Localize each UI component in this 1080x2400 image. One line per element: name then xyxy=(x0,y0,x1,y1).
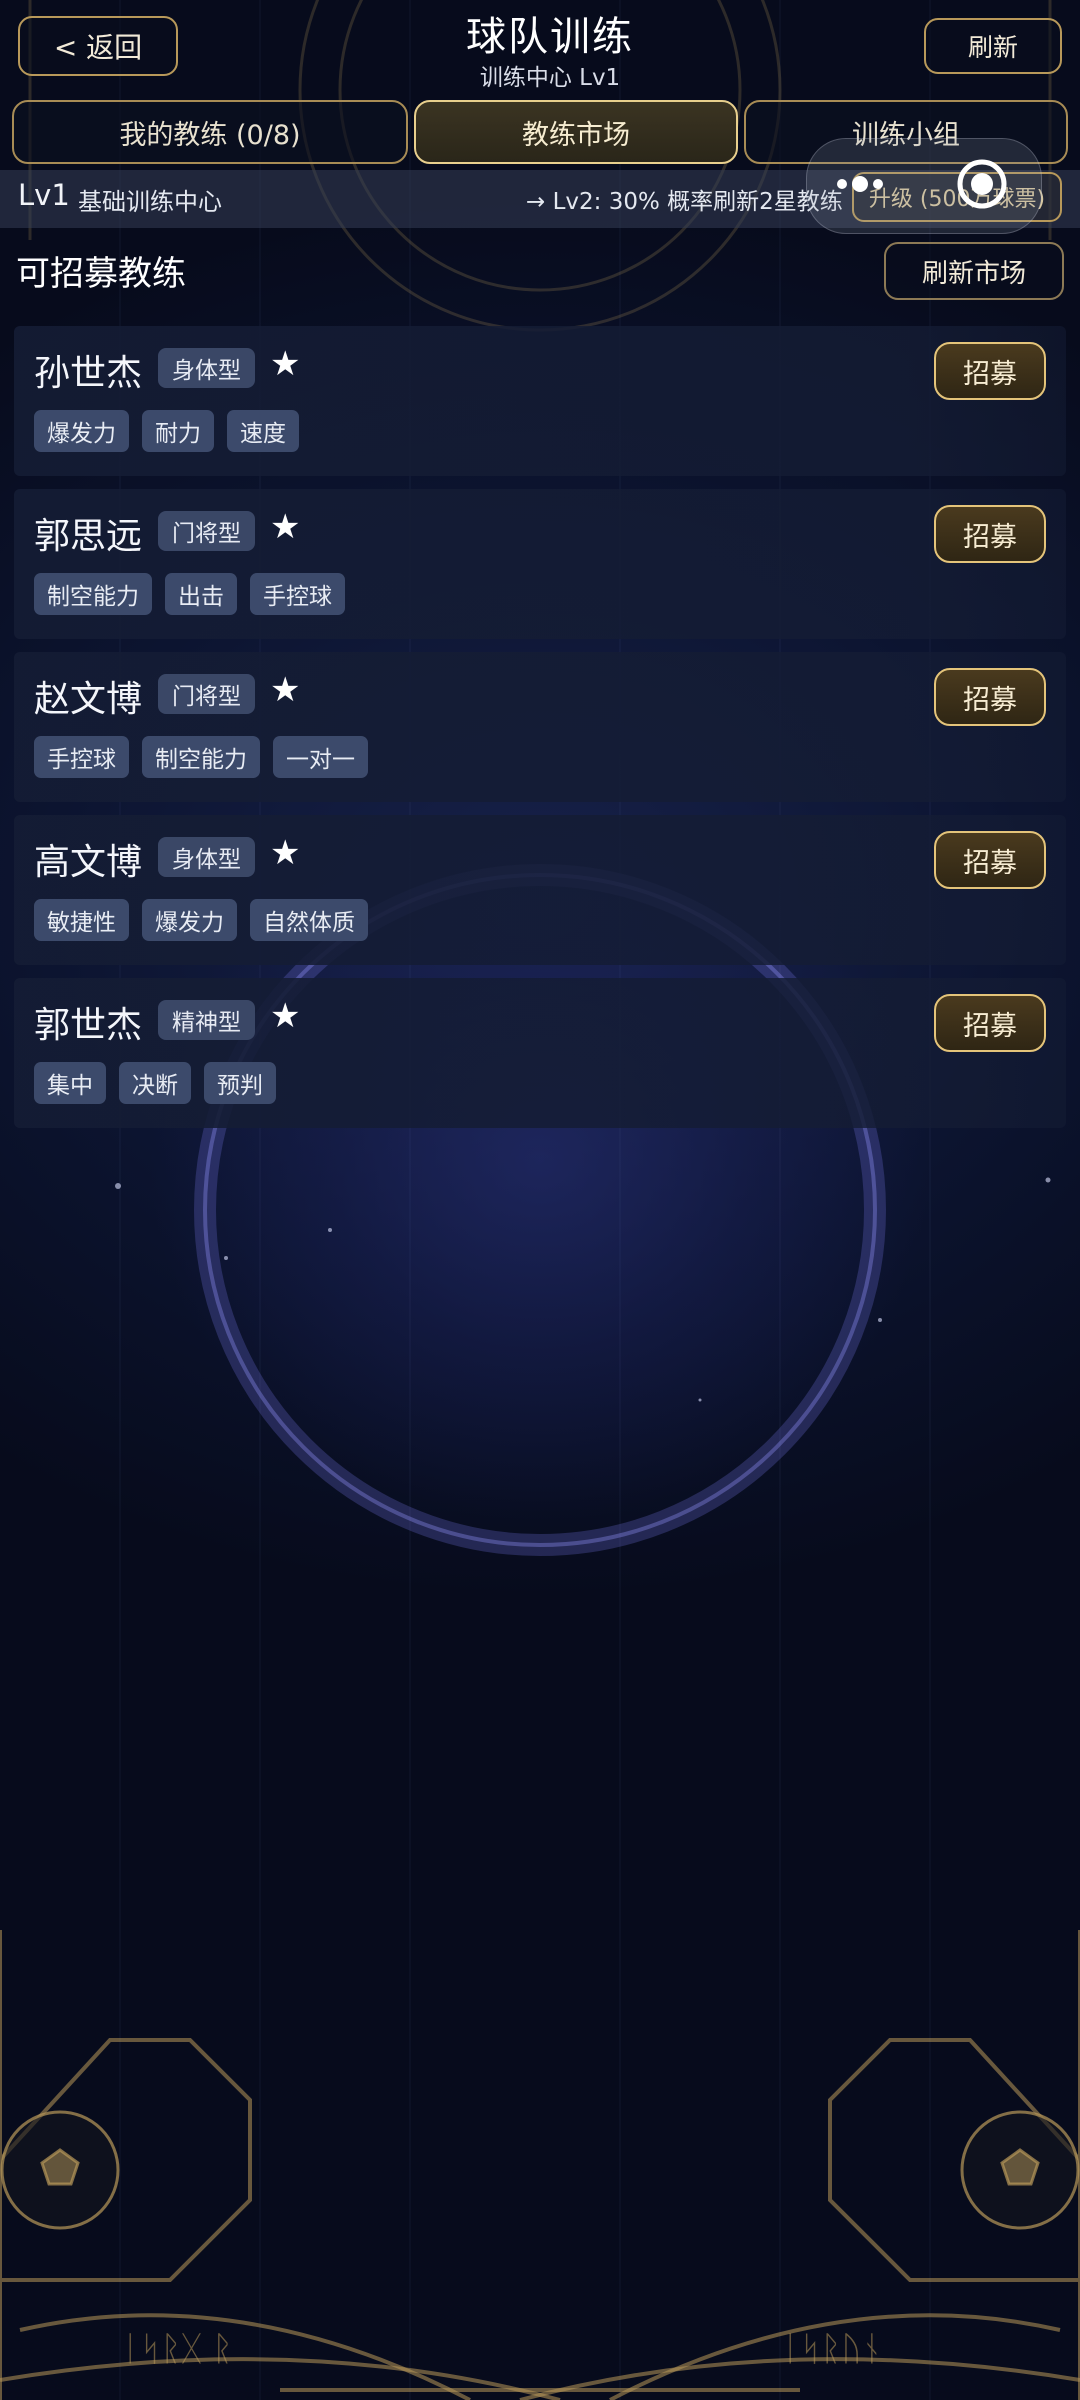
star-icon: ★ xyxy=(270,670,301,710)
coach-name: 赵文博 xyxy=(34,679,143,720)
skill-tag: 决断 xyxy=(119,1062,191,1104)
tab-my-coaches[interactable]: 我的教练 (0/8) xyxy=(12,100,408,164)
skill-tag: 出击 xyxy=(165,573,237,615)
skill-tag: 手控球 xyxy=(34,736,129,778)
coach-card: 赵文博 门将型 ★ 手控球 制空能力 一对一 招募 xyxy=(14,652,1066,802)
skill-tag: 制空能力 xyxy=(34,573,152,615)
skill-tag: 爆发力 xyxy=(142,899,237,941)
recruit-button[interactable]: 招募 xyxy=(934,668,1046,726)
coach-skill-tags: 制空能力 出击 手控球 xyxy=(34,573,345,615)
star-icon: ★ xyxy=(270,507,301,547)
svg-text:ᛁᛋᚱᚢᚾ: ᛁᛋᚱᚢᚾ xyxy=(780,2329,882,2369)
soccer-ball-icon xyxy=(0,2110,1080,2230)
star-icon: ★ xyxy=(270,833,301,873)
skill-tag: 耐力 xyxy=(142,410,214,452)
coach-type-badge: 门将型 xyxy=(158,511,255,551)
coach-name: 高文博 xyxy=(34,842,143,883)
more-dots-icon[interactable] xyxy=(832,172,888,196)
level-label: Lv1 xyxy=(18,178,70,212)
page-title: 球队训练 xyxy=(466,14,634,60)
coach-skill-tags: 手控球 制空能力 一对一 xyxy=(34,736,368,778)
recruit-button[interactable]: 招募 xyxy=(934,994,1046,1052)
coach-skill-tags: 敏捷性 爆发力 自然体质 xyxy=(34,899,368,941)
coach-skill-tags: 集中 决断 预判 xyxy=(34,1062,276,1104)
coach-type-badge: 身体型 xyxy=(158,837,255,877)
refresh-market-button[interactable]: 刷新市场 xyxy=(884,242,1064,300)
star-icon: ★ xyxy=(270,344,301,384)
skill-tag: 集中 xyxy=(34,1062,106,1104)
coach-card: 郭思远 门将型 ★ 制空能力 出击 手控球 招募 xyxy=(14,489,1066,639)
recruit-button[interactable]: 招募 xyxy=(934,831,1046,889)
training-center-name: 基础训练中心 xyxy=(78,188,222,216)
coach-card: 高文博 身体型 ★ 敏捷性 爆发力 自然体质 招募 xyxy=(14,815,1066,965)
page-subtitle: 训练中心 Lv1 xyxy=(479,65,621,91)
skill-tag: 速度 xyxy=(227,410,299,452)
skill-tag: 一对一 xyxy=(273,736,368,778)
tab-coach-market[interactable]: 教练市场 xyxy=(414,100,738,164)
recruit-button[interactable]: 招募 xyxy=(934,505,1046,563)
star-icon: ★ xyxy=(270,996,301,1036)
record-circle-icon[interactable] xyxy=(956,158,1008,210)
skill-tag: 手控球 xyxy=(250,573,345,615)
coach-card: 孙世杰 身体型 ★ 爆发力 耐力 速度 招募 xyxy=(14,326,1066,476)
coach-name: 郭思远 xyxy=(34,516,143,557)
svg-text:ᛁᛋᚱᚷ ᚱ: ᛁᛋᚱᚷ ᚱ xyxy=(120,2329,233,2369)
skill-tag: 敏捷性 xyxy=(34,899,129,941)
section-title: 可招募教练 xyxy=(16,254,186,294)
coach-name: 郭世杰 xyxy=(34,1005,143,1046)
refresh-button[interactable]: 刷新 xyxy=(924,18,1062,74)
next-level-info: → Lv2: 30% 概率刷新2星教练 xyxy=(526,189,843,215)
coach-skill-tags: 爆发力 耐力 速度 xyxy=(34,410,299,452)
back-button[interactable]: < 返回 xyxy=(18,16,178,76)
recruit-button[interactable]: 招募 xyxy=(934,342,1046,400)
skill-tag: 自然体质 xyxy=(250,899,368,941)
skill-tag: 爆发力 xyxy=(34,410,129,452)
coach-type-badge: 精神型 xyxy=(158,1000,255,1040)
coach-card: 郭世杰 精神型 ★ 集中 决断 预判 招募 xyxy=(14,978,1066,1128)
coach-type-badge: 身体型 xyxy=(158,348,255,388)
skill-tag: 预判 xyxy=(204,1062,276,1104)
coach-name: 孙世杰 xyxy=(34,353,143,394)
skill-tag: 制空能力 xyxy=(142,736,260,778)
coach-type-badge: 门将型 xyxy=(158,674,255,714)
